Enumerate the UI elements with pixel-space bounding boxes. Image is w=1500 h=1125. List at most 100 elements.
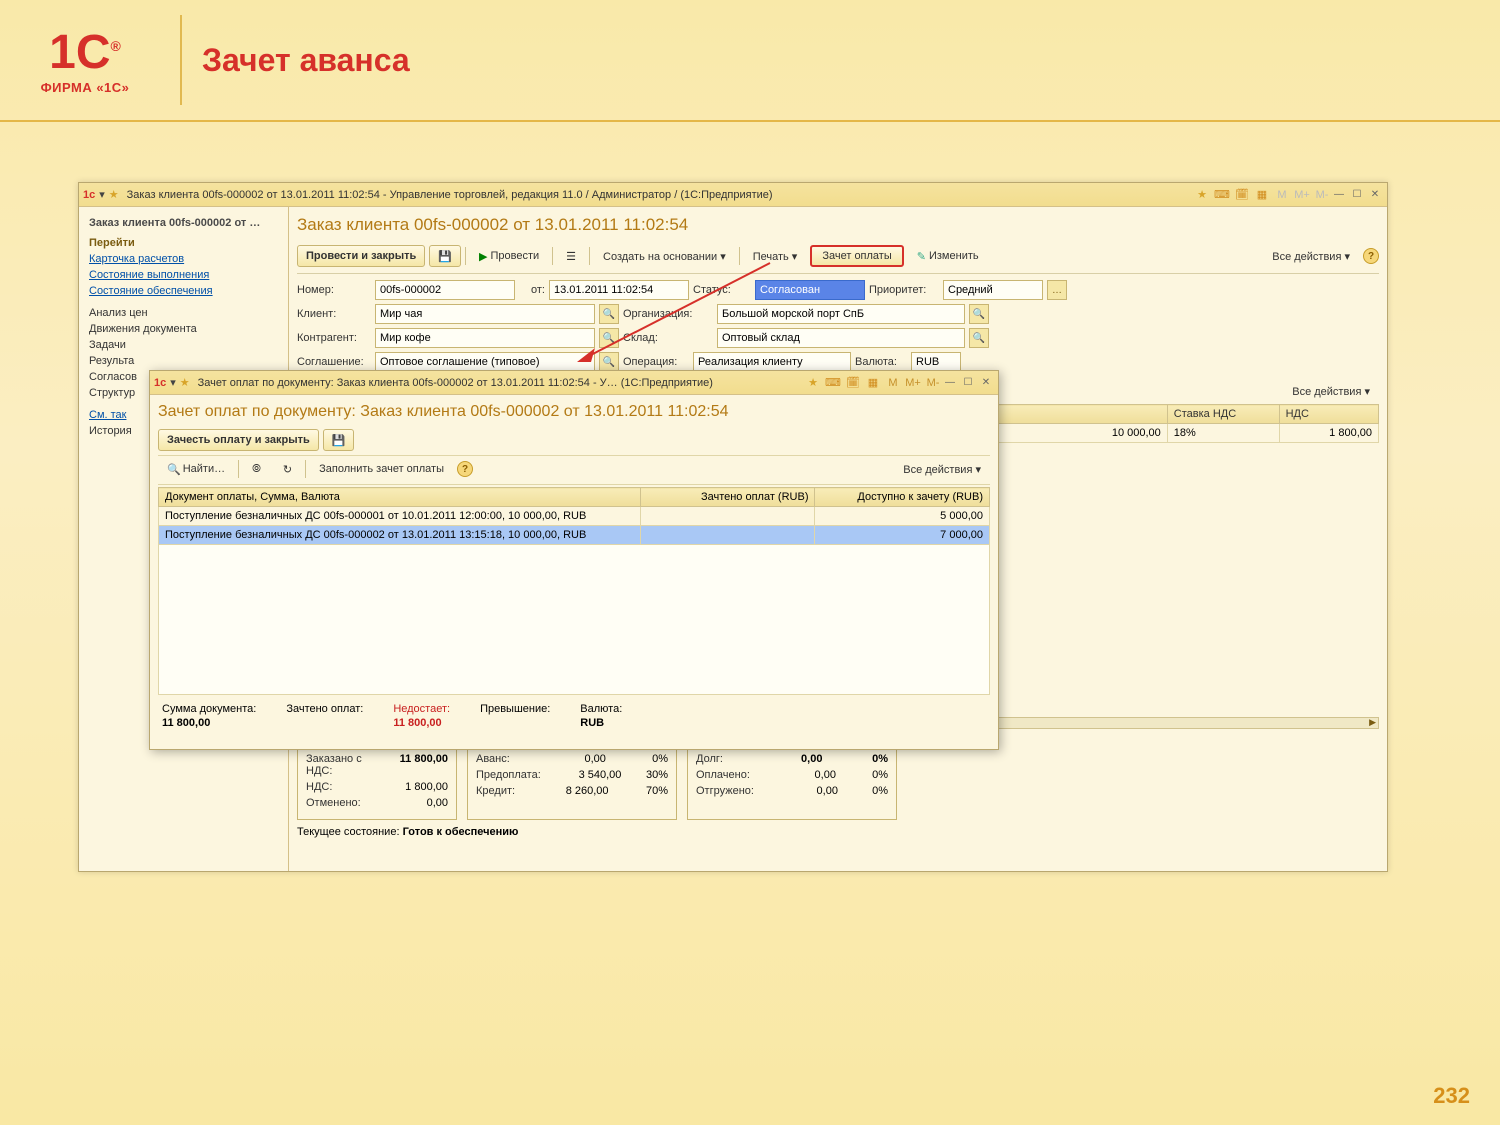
create-based-button[interactable]: Создать на основании ▾ <box>594 245 735 267</box>
mminus-icon[interactable]: M- <box>924 375 942 391</box>
main-window-title: Заказ клиента 00fs-000002 от 13.01.2011 … <box>127 189 1193 201</box>
mplus-icon[interactable]: M+ <box>1293 187 1311 203</box>
modal-titlebar[interactable]: 1c ▾ ★ Зачет оплат по документу: Заказ к… <box>150 371 998 395</box>
client-lookup-button[interactable]: 🔍 <box>599 304 619 324</box>
offset-modal: 1c ▾ ★ Зачет оплат по документу: Заказ к… <box>149 370 999 750</box>
m-icon[interactable]: M <box>1273 187 1291 203</box>
agr-label: Соглашение: <box>297 356 371 368</box>
nav-link[interactable]: Состояние обеспечения <box>83 283 284 299</box>
nav-link[interactable]: Результа <box>83 353 284 369</box>
favorite-icon[interactable]: ★ <box>804 375 822 391</box>
dropdown-icon[interactable]: ▾ <box>99 188 105 201</box>
fill-offset-button[interactable]: Заполнить зачет оплаты <box>310 458 453 480</box>
op-label: Операция: <box>623 356 689 368</box>
org-lookup-button[interactable]: 🔍 <box>969 304 989 324</box>
calc-icon[interactable]: ⌨ <box>824 375 842 391</box>
date-input[interactable] <box>549 280 689 300</box>
minimize-icon[interactable]: — <box>1331 187 1347 203</box>
close-icon[interactable]: ✕ <box>1367 187 1383 203</box>
nav-link[interactable]: Карточка расчетов <box>83 251 284 267</box>
wh-label: Склад: <box>623 332 713 344</box>
op-input[interactable] <box>693 352 851 372</box>
calc-icon[interactable]: ⌨ <box>1213 187 1231 203</box>
page-number: 232 <box>1433 1083 1470 1109</box>
nav-group-go: Перейти <box>83 233 284 251</box>
status-badge[interactable]: Согласован <box>755 280 865 300</box>
maximize-icon[interactable]: ☐ <box>960 375 976 391</box>
clear-button[interactable]: ⦾ <box>243 458 270 480</box>
priority-input[interactable] <box>943 280 1043 300</box>
dropdown-icon[interactable]: ▾ <box>170 376 176 389</box>
counter-label: Контрагент: <box>297 332 371 344</box>
header-divider <box>180 15 182 105</box>
cell-vat-rate: 18% <box>1167 424 1279 443</box>
nav-link[interactable]: Задачи <box>83 337 284 353</box>
cur-label: Валюта: <box>855 356 907 368</box>
list-button[interactable]: ☰ <box>557 245 585 267</box>
modal-footer: Сумма документа:11 800,00 Зачтено оплат:… <box>158 695 990 733</box>
cell-vat: 1 800,00 <box>1279 424 1378 443</box>
close-icon[interactable]: ✕ <box>978 375 994 391</box>
app-icon: 1c <box>154 377 166 389</box>
th-vat-rate: Ставка НДС <box>1167 405 1279 424</box>
page-title: Зачет аванса <box>202 42 410 79</box>
grid-all-actions[interactable]: Все действия ▾ <box>1283 380 1379 402</box>
offset-payment-button[interactable]: Зачет оплаты <box>810 245 903 267</box>
counter-input[interactable] <box>375 328 595 348</box>
grid-icon[interactable]: ▦ <box>1253 187 1271 203</box>
star-icon[interactable]: ★ <box>180 376 190 389</box>
favorite-icon[interactable]: ★ <box>1193 187 1211 203</box>
nav-link[interactable]: Движения документа <box>83 321 284 337</box>
nav-link[interactable]: Состояние выполнения <box>83 267 284 283</box>
all-actions-button[interactable]: Все действия ▾ <box>1263 245 1359 267</box>
save-button[interactable]: 💾 <box>323 429 355 451</box>
agr-input[interactable] <box>375 352 595 372</box>
grid-icon[interactable]: ▦ <box>864 375 882 391</box>
nav-title: Заказ клиента 00fs-000002 от … <box>83 213 284 233</box>
number-input[interactable] <box>375 280 515 300</box>
app-icon: 1c <box>83 189 95 201</box>
priority-lookup-button[interactable]: … <box>1047 280 1067 300</box>
refresh-button[interactable]: ↻ <box>274 458 301 480</box>
main-titlebar[interactable]: 1c ▾ ★ Заказ клиента 00fs-000002 от 13.0… <box>79 183 1387 207</box>
help-icon[interactable]: ? <box>1363 248 1379 264</box>
th-avail: Доступно к зачету (RUB) <box>815 488 990 507</box>
nav-link[interactable]: Анализ цен <box>83 305 284 321</box>
modal-all-actions[interactable]: Все действия ▾ <box>894 458 990 480</box>
client-label: Клиент: <box>297 308 371 320</box>
modal-heading: Зачет оплат по документу: Заказ клиента … <box>158 399 990 427</box>
m-icon[interactable]: M <box>884 375 902 391</box>
wh-lookup-button[interactable]: 🔍 <box>969 328 989 348</box>
calendar-icon[interactable]: 🗓 <box>1233 187 1251 203</box>
th-doc: Документ оплаты, Сумма, Валюта <box>159 488 641 507</box>
client-input[interactable] <box>375 304 595 324</box>
maximize-icon[interactable]: ☐ <box>1349 187 1365 203</box>
table-row[interactable]: Поступление безналичных ДС 00fs-000002 о… <box>159 526 990 545</box>
post-and-close-button[interactable]: Провести и закрыть <box>297 245 425 267</box>
wh-input[interactable] <box>717 328 965 348</box>
calendar-icon[interactable]: 🗓 <box>844 375 862 391</box>
org-input[interactable] <box>717 304 965 324</box>
table-row[interactable]: Поступление безналичных ДС 00fs-000001 о… <box>159 507 990 526</box>
mminus-icon[interactable]: M- <box>1313 187 1331 203</box>
offset-table[interactable]: Документ оплаты, Сумма, Валюта Зачтено о… <box>158 487 990 545</box>
help-icon[interactable]: ? <box>457 461 473 477</box>
apply-offset-button[interactable]: Зачесть оплату и закрыть <box>158 429 319 451</box>
print-button[interactable]: Печать ▾ <box>744 245 807 267</box>
doc-toolbar: Провести и закрыть 💾 ▶Провести ☰ Создать… <box>297 243 1379 274</box>
logo-1c: 1С® ФИРМА «1С» <box>20 25 150 95</box>
post-button[interactable]: ▶Провести <box>470 245 548 267</box>
save-button[interactable]: 💾 <box>429 245 461 267</box>
minimize-icon[interactable]: — <box>942 375 958 391</box>
find-button[interactable]: 🔍Найти… <box>158 458 234 480</box>
status-line: Текущее состояние: Готов к обеспечению <box>297 820 1379 838</box>
mplus-icon[interactable]: M+ <box>904 375 922 391</box>
agr-lookup-button[interactable]: 🔍 <box>599 352 619 372</box>
change-button[interactable]: ✎Изменить <box>908 245 988 267</box>
star-icon[interactable]: ★ <box>109 188 119 201</box>
date-label: от: <box>519 284 545 296</box>
cur-input[interactable] <box>911 352 961 372</box>
counter-lookup-button[interactable]: 🔍 <box>599 328 619 348</box>
th-vat: НДС <box>1279 405 1378 424</box>
org-label: Организация: <box>623 308 713 320</box>
